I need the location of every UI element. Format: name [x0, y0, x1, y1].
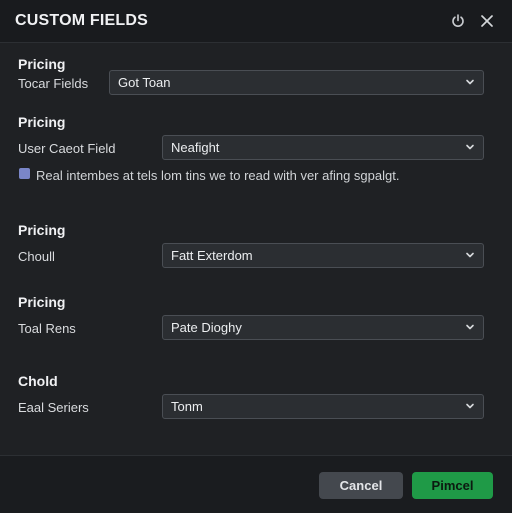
close-icon[interactable] — [477, 11, 497, 31]
field-select[interactable]: Pate Dioghy — [162, 315, 484, 340]
field-select[interactable]: Neafight — [162, 135, 484, 160]
field-label: User Caeot Field — [18, 141, 116, 156]
section-title: Pricing — [18, 56, 66, 72]
field-select[interactable]: Got Toan — [109, 70, 484, 95]
section-title: Pricing — [18, 222, 66, 238]
chevron-down-icon — [466, 324, 474, 330]
select-value: Fatt Exterdom — [171, 248, 253, 263]
section-title: Pricing — [18, 114, 66, 130]
chevron-down-icon — [466, 252, 474, 258]
chevron-down-icon — [466, 79, 474, 85]
power-icon[interactable] — [448, 11, 468, 31]
field-select[interactable]: Tonm — [162, 394, 484, 419]
checkbox-label: Real intembes at tels lom tins we to rea… — [36, 168, 400, 183]
field-select[interactable]: Fatt Exterdom — [162, 243, 484, 268]
select-value: Got Toan — [118, 75, 171, 90]
select-value: Pate Dioghy — [171, 320, 242, 335]
field-label: Toal Rens — [18, 321, 76, 336]
chevron-down-icon — [466, 144, 474, 150]
dialog-title: CUSTOM FIELDS — [15, 12, 148, 29]
chevron-down-icon — [466, 403, 474, 409]
select-value: Neafight — [171, 140, 220, 155]
cancel-button[interactable]: Cancel — [319, 472, 403, 499]
field-label: Tocar Fields — [18, 76, 89, 91]
primary-button[interactable]: Pimcel — [412, 472, 493, 499]
field-label: Eaal Seriers — [18, 400, 89, 415]
select-value: Tonm — [171, 399, 203, 414]
custom-fields-dialog: CUSTOM FIELDS Pricing Tocar Fields Got T… — [0, 0, 512, 513]
dialog-header: CUSTOM FIELDS — [0, 0, 512, 43]
section-title: Pricing — [18, 294, 66, 310]
option-checkbox[interactable] — [19, 168, 30, 179]
section-title: Chold — [18, 373, 58, 389]
field-label: Choull — [18, 249, 55, 264]
